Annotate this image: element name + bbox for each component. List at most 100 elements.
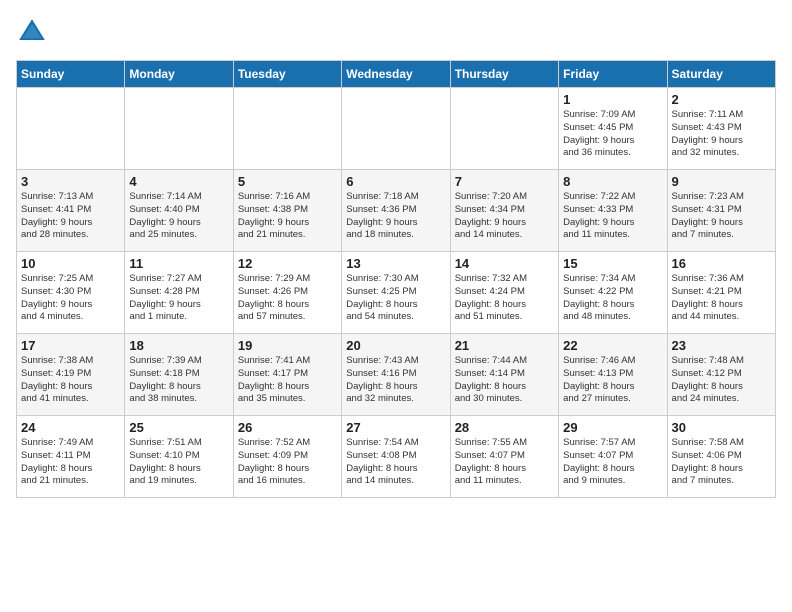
- calendar-cell: [125, 88, 233, 170]
- calendar-header-row: SundayMondayTuesdayWednesdayThursdayFrid…: [17, 61, 776, 88]
- calendar-cell: 21 Sunrise: 7:44 AM Sunset: 4:14 PM Dayli…: [450, 334, 558, 416]
- calendar-cell: [17, 88, 125, 170]
- day-number: 16: [672, 256, 771, 271]
- calendar-cell: 16 Sunrise: 7:36 AM Sunset: 4:21 PM Dayli…: [667, 252, 775, 334]
- calendar-cell: 20 Sunrise: 7:43 AM Sunset: 4:16 PM Dayli…: [342, 334, 450, 416]
- calendar-cell: 13Sunrise: 7:30 AM Sunset: 4:25 PM Dayli…: [342, 252, 450, 334]
- day-number: 19: [238, 338, 337, 353]
- calendar-cell: 15 Sunrise: 7:34 AM Sunset: 4:22 PM Dayli…: [559, 252, 667, 334]
- calendar-header-cell: Friday: [559, 61, 667, 88]
- day-info: Sunrise: 7:18 AM Sunset: 4:36 PM Dayligh…: [346, 191, 445, 242]
- calendar-cell: 26 Sunrise: 7:52 AM Sunset: 4:09 PM Dayli…: [233, 416, 341, 498]
- calendar-header-cell: Saturday: [667, 61, 775, 88]
- day-number: 24: [21, 420, 120, 435]
- calendar-table: SundayMondayTuesdayWednesdayThursdayFrid…: [16, 60, 776, 498]
- calendar-week-row: 10Sunrise: 7:25 AM Sunset: 4:30 PM Dayli…: [17, 252, 776, 334]
- calendar-cell: 19 Sunrise: 7:41 AM Sunset: 4:17 PM Dayli…: [233, 334, 341, 416]
- day-info: Sunrise: 7:54 AM Sunset: 4:08 PM Dayligh…: [346, 437, 445, 488]
- calendar-cell: 23 Sunrise: 7:48 AM Sunset: 4:12 PM Dayli…: [667, 334, 775, 416]
- day-number: 30: [672, 420, 771, 435]
- day-info: Sunrise: 7:58 AM Sunset: 4:06 PM Dayligh…: [672, 437, 771, 488]
- day-number: 1: [563, 92, 662, 107]
- calendar-cell: [342, 88, 450, 170]
- calendar-cell: 28 Sunrise: 7:55 AM Sunset: 4:07 PM Dayli…: [450, 416, 558, 498]
- day-info: Sunrise: 7:46 AM Sunset: 4:13 PM Dayligh…: [563, 355, 662, 406]
- calendar-header-cell: Monday: [125, 61, 233, 88]
- day-info: Sunrise: 7:23 AM Sunset: 4:31 PM Dayligh…: [672, 191, 771, 242]
- day-info: Sunrise: 7:51 AM Sunset: 4:10 PM Dayligh…: [129, 437, 228, 488]
- calendar-week-row: 17Sunrise: 7:38 AM Sunset: 4:19 PM Dayli…: [17, 334, 776, 416]
- day-info: Sunrise: 7:11 AM Sunset: 4:43 PM Dayligh…: [672, 109, 771, 160]
- calendar-cell: 1 Sunrise: 7:09 AM Sunset: 4:45 PM Daylig…: [559, 88, 667, 170]
- day-number: 26: [238, 420, 337, 435]
- logo: [16, 16, 52, 48]
- calendar-cell: 27 Sunrise: 7:54 AM Sunset: 4:08 PM Dayli…: [342, 416, 450, 498]
- day-number: 28: [455, 420, 554, 435]
- day-number: 25: [129, 420, 228, 435]
- calendar-header-cell: Sunday: [17, 61, 125, 88]
- day-info: Sunrise: 7:09 AM Sunset: 4:45 PM Dayligh…: [563, 109, 662, 160]
- calendar-week-row: 24 Sunrise: 7:49 AM Sunset: 4:11 PM Dayli…: [17, 416, 776, 498]
- calendar-cell: 2 Sunrise: 7:11 AM Sunset: 4:43 PM Daylig…: [667, 88, 775, 170]
- day-number: 17: [21, 338, 120, 353]
- day-info: Sunrise: 7:48 AM Sunset: 4:12 PM Dayligh…: [672, 355, 771, 406]
- day-number: 29: [563, 420, 662, 435]
- day-info: Sunrise: 7:57 AM Sunset: 4:07 PM Dayligh…: [563, 437, 662, 488]
- day-number: 7: [455, 174, 554, 189]
- calendar-cell: 11 Sunrise: 7:27 AM Sunset: 4:28 PM Dayli…: [125, 252, 233, 334]
- calendar-cell: 14Sunrise: 7:32 AM Sunset: 4:24 PM Dayli…: [450, 252, 558, 334]
- day-info: Sunrise: 7:49 AM Sunset: 4:11 PM Dayligh…: [21, 437, 120, 488]
- logo-icon: [16, 16, 48, 48]
- day-info: Sunrise: 7:13 AM Sunset: 4:41 PM Dayligh…: [21, 191, 120, 242]
- day-number: 18: [129, 338, 228, 353]
- day-number: 11: [129, 256, 228, 271]
- day-number: 10: [21, 256, 120, 271]
- day-number: 27: [346, 420, 445, 435]
- day-info: Sunrise: 7:43 AM Sunset: 4:16 PM Dayligh…: [346, 355, 445, 406]
- day-number: 5: [238, 174, 337, 189]
- calendar-cell: 8 Sunrise: 7:22 AM Sunset: 4:33 PM Daylig…: [559, 170, 667, 252]
- calendar-cell: 30 Sunrise: 7:58 AM Sunset: 4:06 PM Dayli…: [667, 416, 775, 498]
- day-number: 23: [672, 338, 771, 353]
- calendar-cell: [450, 88, 558, 170]
- calendar-week-row: 1 Sunrise: 7:09 AM Sunset: 4:45 PM Daylig…: [17, 88, 776, 170]
- day-info: Sunrise: 7:52 AM Sunset: 4:09 PM Dayligh…: [238, 437, 337, 488]
- day-number: 20: [346, 338, 445, 353]
- day-info: Sunrise: 7:41 AM Sunset: 4:17 PM Dayligh…: [238, 355, 337, 406]
- day-info: Sunrise: 7:36 AM Sunset: 4:21 PM Dayligh…: [672, 273, 771, 324]
- day-number: 13: [346, 256, 445, 271]
- calendar-cell: 7 Sunrise: 7:20 AM Sunset: 4:34 PM Daylig…: [450, 170, 558, 252]
- day-number: 15: [563, 256, 662, 271]
- calendar-cell: 18 Sunrise: 7:39 AM Sunset: 4:18 PM Dayli…: [125, 334, 233, 416]
- calendar-cell: 10Sunrise: 7:25 AM Sunset: 4:30 PM Dayli…: [17, 252, 125, 334]
- day-info: Sunrise: 7:44 AM Sunset: 4:14 PM Dayligh…: [455, 355, 554, 406]
- page-header: [16, 16, 776, 48]
- day-number: 3: [21, 174, 120, 189]
- calendar-cell: 24 Sunrise: 7:49 AM Sunset: 4:11 PM Dayli…: [17, 416, 125, 498]
- calendar-cell: 4Sunrise: 7:14 AM Sunset: 4:40 PM Daylig…: [125, 170, 233, 252]
- day-number: 22: [563, 338, 662, 353]
- day-info: Sunrise: 7:55 AM Sunset: 4:07 PM Dayligh…: [455, 437, 554, 488]
- day-info: Sunrise: 7:20 AM Sunset: 4:34 PM Dayligh…: [455, 191, 554, 242]
- calendar-cell: [233, 88, 341, 170]
- calendar-body: 1 Sunrise: 7:09 AM Sunset: 4:45 PM Daylig…: [17, 88, 776, 498]
- day-number: 6: [346, 174, 445, 189]
- calendar-header-cell: Thursday: [450, 61, 558, 88]
- day-number: 8: [563, 174, 662, 189]
- day-info: Sunrise: 7:27 AM Sunset: 4:28 PM Dayligh…: [129, 273, 228, 324]
- calendar-header-cell: Tuesday: [233, 61, 341, 88]
- day-number: 12: [238, 256, 337, 271]
- page-container: SundayMondayTuesdayWednesdayThursdayFrid…: [0, 0, 792, 506]
- calendar-week-row: 3 Sunrise: 7:13 AM Sunset: 4:41 PM Daylig…: [17, 170, 776, 252]
- calendar-cell: 9Sunrise: 7:23 AM Sunset: 4:31 PM Daylig…: [667, 170, 775, 252]
- day-number: 2: [672, 92, 771, 107]
- day-info: Sunrise: 7:22 AM Sunset: 4:33 PM Dayligh…: [563, 191, 662, 242]
- day-number: 21: [455, 338, 554, 353]
- day-info: Sunrise: 7:39 AM Sunset: 4:18 PM Dayligh…: [129, 355, 228, 406]
- calendar-cell: 25 Sunrise: 7:51 AM Sunset: 4:10 PM Dayli…: [125, 416, 233, 498]
- day-number: 4: [129, 174, 228, 189]
- calendar-cell: 12Sunrise: 7:29 AM Sunset: 4:26 PM Dayli…: [233, 252, 341, 334]
- day-info: Sunrise: 7:34 AM Sunset: 4:22 PM Dayligh…: [563, 273, 662, 324]
- day-info: Sunrise: 7:32 AM Sunset: 4:24 PM Dayligh…: [455, 273, 554, 324]
- calendar-cell: 17Sunrise: 7:38 AM Sunset: 4:19 PM Dayli…: [17, 334, 125, 416]
